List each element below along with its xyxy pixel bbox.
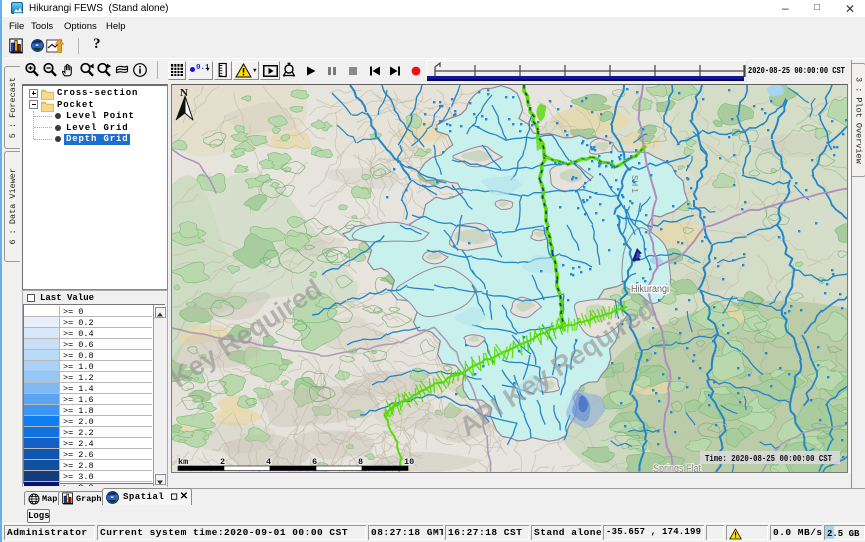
svg-text:N: N xyxy=(180,87,188,99)
svg-text:8: 8 xyxy=(358,457,363,467)
svg-text:SH 1: SH 1 xyxy=(630,175,639,193)
svg-text:Time: 2020-08-25 00:00:00 CST: Time: 2020-08-25 00:00:00 CST xyxy=(705,454,832,464)
svg-text:km: km xyxy=(178,457,188,467)
svg-text:Hikurangi: Hikurangi xyxy=(631,284,669,295)
svg-text:4: 4 xyxy=(266,457,271,467)
svg-text:Springs Flat: Springs Flat xyxy=(653,463,701,472)
svg-text:10: 10 xyxy=(404,457,414,467)
svg-text:2: 2 xyxy=(220,457,225,467)
svg-text:6: 6 xyxy=(312,457,317,467)
